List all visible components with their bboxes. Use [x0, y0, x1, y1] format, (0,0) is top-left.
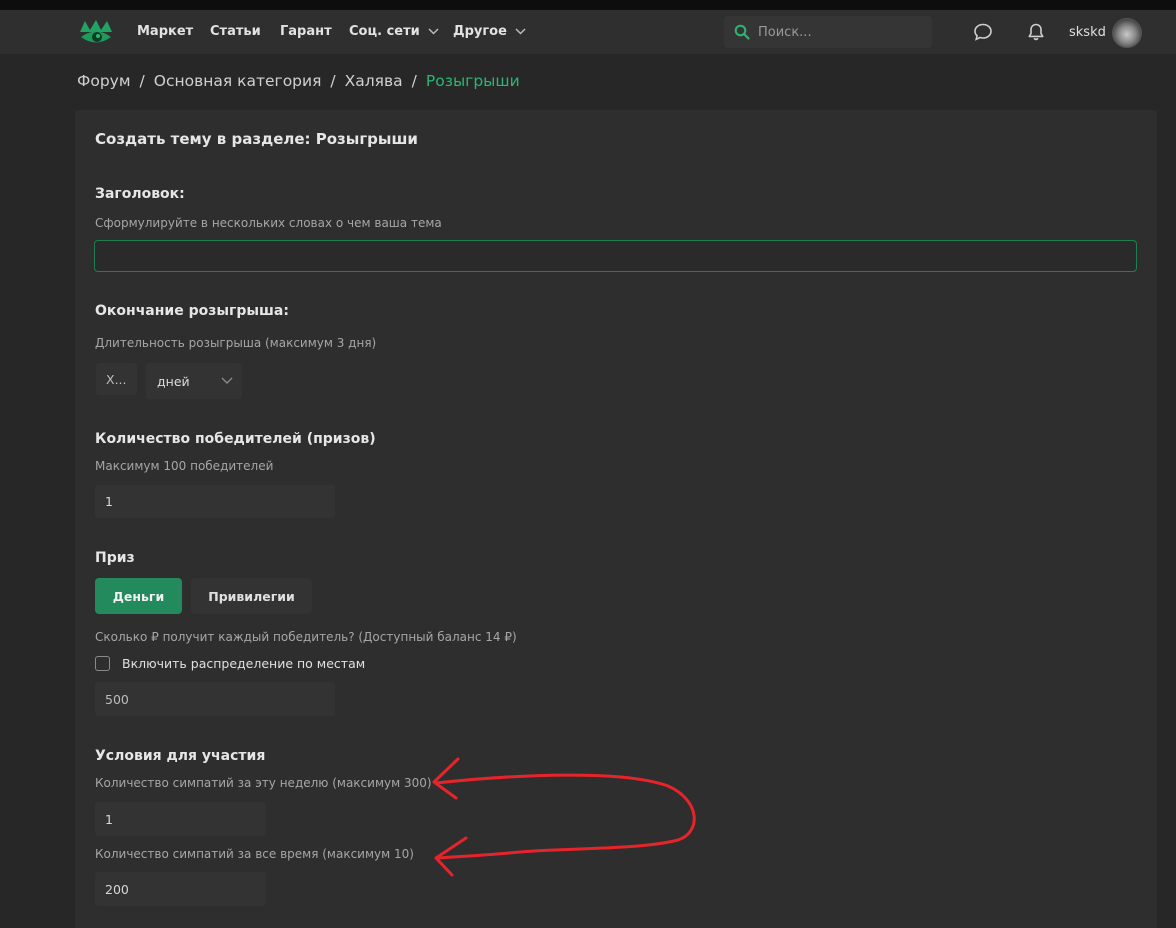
nav-market-label: Маркет — [137, 24, 194, 39]
avatar[interactable] — [1112, 18, 1142, 48]
search-icon — [734, 24, 750, 40]
prize-privileges-button[interactable]: Привилегии — [191, 578, 312, 614]
nav-guarantor[interactable]: Гарант — [280, 24, 332, 39]
nav-social[interactable]: Соц. сети — [349, 24, 439, 39]
likes-all-hint: Количество симпатий за все время (максим… — [95, 847, 414, 861]
winners-label: Количество победителей (призов) — [95, 431, 376, 447]
heading-label: Заголовок: — [95, 186, 185, 202]
search-box[interactable] — [724, 16, 932, 48]
breadcrumb-giveaways[interactable]: Розыгрыши — [426, 72, 520, 90]
end-hint: Длительность розыгрыша (максимум 3 дня) — [95, 336, 377, 350]
nav-guarantor-label: Гарант — [280, 24, 332, 39]
likes-week-input[interactable] — [95, 802, 266, 836]
nav-articles[interactable]: Статьи — [210, 24, 261, 39]
search-input[interactable] — [758, 24, 918, 40]
breadcrumb-freebies[interactable]: Халява — [345, 72, 403, 90]
distribute-label[interactable]: Включить распределение по местам — [122, 656, 365, 671]
nav-other-label: Другое — [453, 24, 507, 39]
breadcrumb-main-category[interactable]: Основная категория — [154, 72, 322, 90]
nav-market[interactable]: Маркет — [137, 24, 193, 39]
chevron-down-icon — [428, 28, 439, 35]
nav-social-label: Соц. сети — [349, 24, 420, 39]
breadcrumb-separator: / — [411, 72, 417, 90]
chevron-down-icon — [515, 28, 526, 35]
duration-unit-value: дней — [157, 373, 190, 389]
chat-icon[interactable] — [973, 22, 993, 42]
breadcrumb-separator: / — [139, 72, 145, 90]
duration-input[interactable] — [96, 363, 137, 395]
winners-input[interactable] — [95, 485, 335, 518]
likes-all-input[interactable] — [95, 872, 266, 906]
bell-icon[interactable] — [1026, 22, 1046, 42]
heading-input[interactable] — [94, 240, 1137, 272]
prize-label: Приз — [95, 550, 135, 566]
amount-input[interactable] — [95, 682, 335, 716]
window-top-strip — [0, 0, 1176, 10]
heading-hint: Сформулируйте в нескольких словах о чем … — [95, 216, 442, 230]
duration-unit-select[interactable]: дней — [146, 363, 242, 399]
nav-other[interactable]: Другое — [453, 24, 526, 39]
site-logo-icon[interactable] — [78, 18, 114, 48]
prize-money-button[interactable]: Деньги — [95, 578, 182, 614]
nav-articles-label: Статьи — [210, 24, 261, 39]
page-title: Создать тему в разделе: Розыгрыши — [95, 130, 418, 148]
likes-week-hint: Количество симпатий за эту неделю (макси… — [95, 776, 432, 790]
breadcrumb: Форум / Основная категория / Халява / Ро… — [77, 72, 520, 90]
distribute-checkbox[interactable] — [95, 656, 110, 671]
conditions-label: Условия для участия — [95, 748, 266, 764]
winners-hint: Максимум 100 победителей — [95, 459, 274, 473]
end-label: Окончание розыгрыша: — [95, 303, 289, 319]
chevron-down-icon — [221, 377, 233, 384]
breadcrumb-forum[interactable]: Форум — [77, 72, 131, 90]
breadcrumb-separator: / — [330, 72, 336, 90]
username[interactable]: skskd — [1069, 25, 1106, 40]
amount-hint: Сколько ₽ получит каждый победитель? (До… — [95, 630, 517, 644]
